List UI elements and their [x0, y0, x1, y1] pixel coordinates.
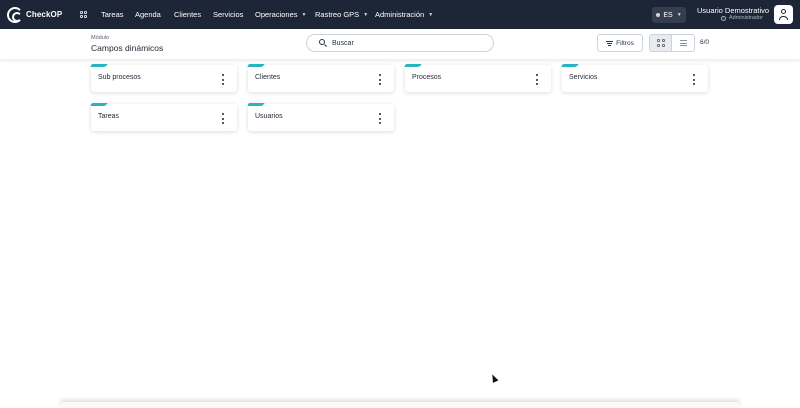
role-status-icon — [721, 15, 726, 21]
app-logo-text: CheckOP — [26, 10, 63, 19]
card-title: Procesos — [412, 74, 442, 81]
checkop-logo-icon — [7, 6, 23, 23]
list-view-button[interactable] — [672, 35, 694, 51]
card-title: Servicios — [569, 74, 598, 81]
card-accent-tab — [247, 64, 265, 67]
filters-label: Filtros — [616, 39, 634, 47]
more-vertical-icon[interactable] — [221, 74, 225, 85]
search-input[interactable] — [332, 39, 482, 47]
nav-label: Clientes — [174, 10, 202, 19]
card-accent-tab — [90, 64, 108, 67]
language-value: ES — [663, 11, 673, 19]
user-avatar-button[interactable] — [774, 5, 793, 24]
grid-apps-icon[interactable] — [80, 11, 87, 18]
list-view-icon — [679, 40, 687, 46]
grid-view-button[interactable] — [650, 35, 672, 51]
nav-item-servicios[interactable]: Servicios — [213, 0, 243, 29]
nav-label: Operaciones — [255, 10, 298, 19]
records-count: 6/0 — [700, 39, 710, 46]
chevron-down-icon: ▼ — [363, 11, 369, 18]
card-accent-tab — [247, 103, 265, 106]
nav-label: Rastreo GPS — [315, 10, 360, 19]
nav-item-operaciones[interactable]: Operaciones ▼ — [255, 0, 306, 29]
card-title: Sub procesos — [98, 74, 141, 81]
card-accent-tab — [90, 103, 108, 106]
user-avatar-icon — [781, 9, 786, 14]
nav-item-clientes[interactable]: Clientes — [174, 0, 201, 29]
more-vertical-icon[interactable] — [378, 113, 382, 124]
card-clientes[interactable]: Clientes — [247, 64, 394, 92]
card-usuarios[interactable]: Usuarios — [247, 103, 394, 131]
more-vertical-icon[interactable] — [221, 113, 225, 124]
nav-label: Tareas — [101, 10, 124, 19]
bottom-panel-edge — [60, 402, 740, 408]
chevron-down-icon: ▼ — [428, 11, 434, 18]
filter-icon — [606, 40, 614, 46]
more-vertical-icon[interactable] — [535, 74, 539, 85]
page-title: Campos dinámicos — [91, 43, 164, 53]
nav-item-agenda[interactable]: Agenda — [135, 0, 161, 29]
card-title: Usuarios — [255, 113, 283, 120]
language-selector[interactable]: ES ▼ — [652, 7, 686, 23]
nav-item-administracion[interactable]: Administración ▼ — [375, 0, 433, 29]
nav-label: Agenda — [135, 10, 161, 19]
nav-item-tareas[interactable]: Tareas — [101, 0, 124, 29]
app-logo[interactable]: CheckOP — [7, 6, 62, 23]
filters-button[interactable]: Filtros — [597, 34, 643, 52]
search-bar[interactable] — [306, 34, 494, 52]
card-title: Clientes — [255, 74, 281, 81]
user-role: Administrador — [721, 15, 763, 21]
nav-item-rastreo-gps[interactable]: Rastreo GPS ▼ — [315, 0, 368, 29]
nav-label: Servicios — [213, 10, 244, 19]
more-vertical-icon[interactable] — [692, 74, 696, 85]
more-vertical-icon[interactable] — [378, 74, 382, 85]
globe-icon — [656, 13, 661, 17]
card-procesos[interactable]: Procesos — [404, 64, 551, 92]
mouse-cursor-icon — [489, 373, 499, 383]
card-tareas[interactable]: Tareas — [90, 103, 237, 131]
view-toggle — [649, 34, 695, 52]
user-avatar-body — [779, 16, 788, 20]
chevron-down-icon: ▼ — [301, 11, 307, 18]
card-accent-tab — [561, 64, 579, 67]
card-title: Tareas — [98, 113, 120, 120]
top-navbar: CheckOP Tareas Agenda Clientes Servicios… — [0, 0, 800, 29]
search-icon — [319, 39, 327, 47]
card-sub-procesos[interactable]: Sub procesos — [90, 64, 237, 92]
module-label: Módulo — [91, 35, 110, 41]
grid-view-icon — [656, 39, 665, 47]
user-role-label: Administrador — [729, 15, 763, 21]
chevron-down-icon: ▼ — [676, 12, 682, 18]
nav-label: Administración — [375, 10, 425, 19]
user-name: Usuario Demostrativo — [697, 6, 770, 15]
card-servicios[interactable]: Servicios — [561, 64, 708, 92]
card-accent-tab — [404, 64, 422, 67]
